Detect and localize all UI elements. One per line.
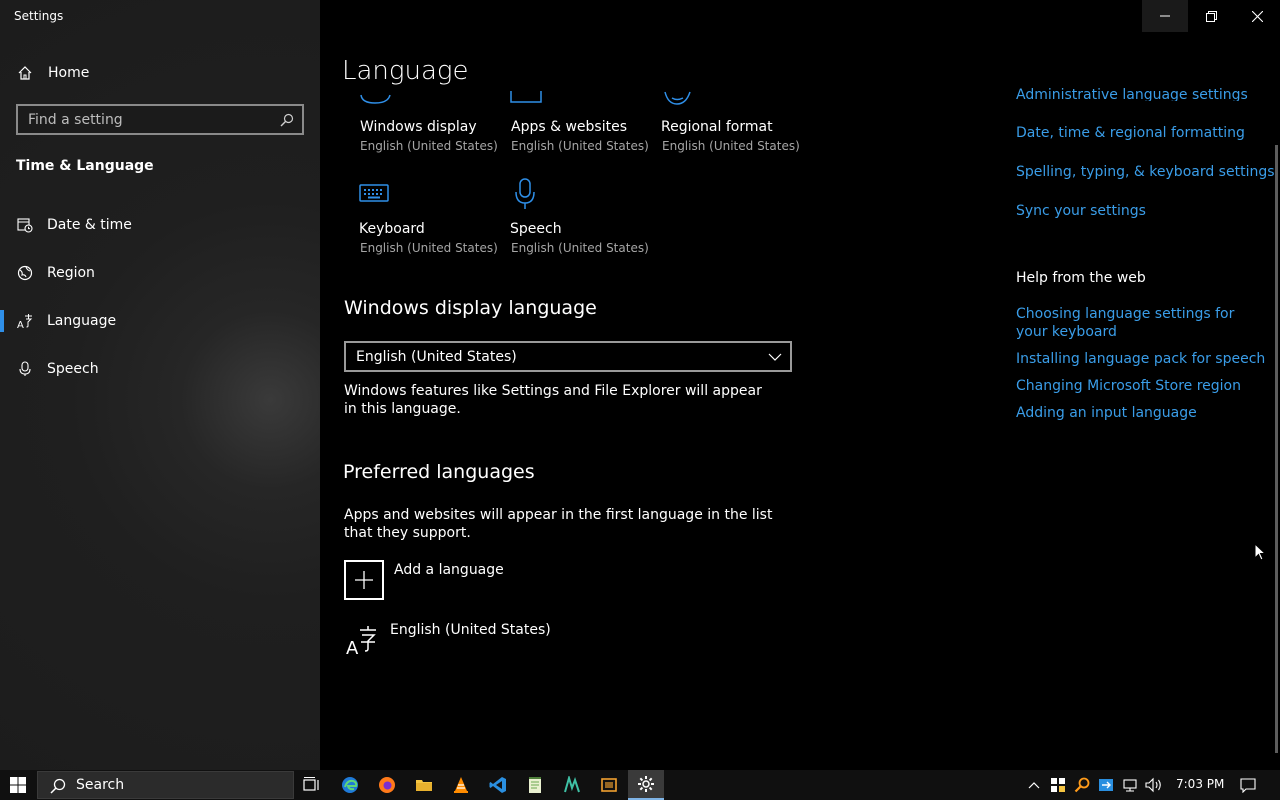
tile-windows-display[interactable]: Windows display [360,119,477,135]
related-link-clip: Administrative language settings [1016,83,1256,101]
help-heading: Help from the web [1016,270,1146,286]
home-icon [17,65,33,81]
volume-icon[interactable] [1143,770,1165,800]
file-explorer-icon[interactable] [406,770,442,800]
display-language-heading: Windows display language [344,297,597,319]
link-spelling-typing-keyboard[interactable]: Spelling, typing, & keyboard settings [1016,163,1275,181]
add-language-button[interactable] [344,560,384,600]
help-link-speech[interactable]: Installing language pack for speech [1016,350,1265,368]
sidebar-item-home[interactable]: Home [0,53,320,93]
language-icon: A [17,313,33,329]
scrollbar[interactable] [1275,145,1278,753]
add-language-label[interactable]: Add a language [394,562,504,578]
help-link-keyboard[interactable]: Choosing language settings for your keyb… [1016,305,1256,341]
sidebar-item-speech[interactable]: Speech [0,349,320,389]
mouse-cursor-icon [1254,542,1267,565]
notepad-icon[interactable] [517,770,553,800]
taskbar: Search 7:03 PM [0,770,1280,800]
plus-icon [355,571,373,589]
tile-apps-websites[interactable]: Apps & websites [511,119,627,135]
update-icon[interactable] [1095,770,1117,800]
preferred-languages-heading: Preferred languages [343,461,535,483]
tile-keyboard[interactable]: Keyboard [359,221,425,237]
help-link-input-language[interactable]: Adding an input language [1016,404,1197,422]
edge-icon[interactable] [332,770,368,800]
globe-icon [664,90,692,110]
dropdown-value: English (United States) [356,348,517,365]
shield-icon[interactable] [1047,770,1069,800]
calendar-clock-icon [17,217,33,233]
display-icon [360,90,392,109]
virtualbox-icon[interactable] [591,770,627,800]
search-tray-icon[interactable] [1071,770,1093,800]
chevron-up-icon[interactable] [1024,770,1044,800]
minimize-button[interactable] [1142,0,1188,32]
firefox-icon[interactable] [369,770,405,800]
start-button[interactable] [0,770,36,800]
microphone-icon [17,361,33,377]
tile-subtitle: English (United States) [511,241,649,255]
search-input[interactable] [18,111,268,128]
tile-regional-format[interactable]: Regional format [661,119,773,135]
link-sync-settings[interactable]: Sync your settings [1016,202,1146,220]
tile-speech[interactable]: Speech [510,221,562,237]
sidebar-item-label: Date & time [47,217,132,233]
search-icon [50,778,66,798]
section-title: Time & Language [16,158,154,174]
taskbar-search-box[interactable]: Search [37,771,294,799]
microphone-icon [514,178,536,214]
network-icon[interactable] [1119,770,1141,800]
windows-logo-icon [10,777,26,793]
search-icon[interactable] [280,112,294,131]
display-language-dropdown[interactable]: English (United States) [344,341,792,372]
settings-app-icon[interactable] [628,770,664,800]
link-administrative-language[interactable]: Administrative language settings [1016,86,1248,101]
display-language-description: Windows features like Settings and File … [344,383,762,417]
sidebar-item-label: Home [48,65,90,81]
app-icon[interactable] [554,770,590,800]
apps-icon [510,90,542,109]
svg-text:A: A [17,320,24,329]
help-link-store-region[interactable]: Changing Microsoft Store region [1016,377,1241,395]
sidebar-item-language[interactable]: A Language [0,301,320,341]
sidebar-item-label: Speech [47,361,99,377]
task-view-icon[interactable] [294,770,330,800]
close-button[interactable] [1234,0,1280,32]
vscode-icon[interactable] [480,770,516,800]
restore-button[interactable] [1188,0,1234,32]
link-date-time-formatting[interactable]: Date, time & regional formatting [1016,124,1245,142]
notification-icon[interactable] [1236,770,1260,800]
keyboard-icon [359,183,389,207]
sidebar: Settings Home Time & Language Date & tim… [0,0,320,770]
sidebar-item-region[interactable]: Region [0,253,320,293]
tile-subtitle: English (United States) [662,139,800,153]
language-icon: A [346,624,378,660]
language-list-item[interactable]: English (United States) [390,622,551,638]
svg-text:A: A [346,638,359,656]
chevron-down-icon [768,349,782,368]
globe-icon [17,265,33,281]
sidebar-item-label: Region [47,265,95,281]
search-box[interactable] [16,104,304,135]
preferred-languages-description: Apps and websites will appear in the fir… [344,507,773,541]
vlc-icon[interactable] [443,770,479,800]
taskbar-search-label: Search [76,777,125,793]
tile-subtitle: English (United States) [511,139,649,153]
taskbar-clock[interactable]: 7:03 PM [1176,777,1224,791]
sidebar-item-date-time[interactable]: Date & time [0,205,320,245]
sidebar-item-label: Language [47,313,117,329]
page-title: Language [342,56,469,86]
app-title: Settings [14,9,64,23]
tile-subtitle: English (United States) [360,139,498,153]
tile-subtitle: English (United States) [360,241,498,255]
